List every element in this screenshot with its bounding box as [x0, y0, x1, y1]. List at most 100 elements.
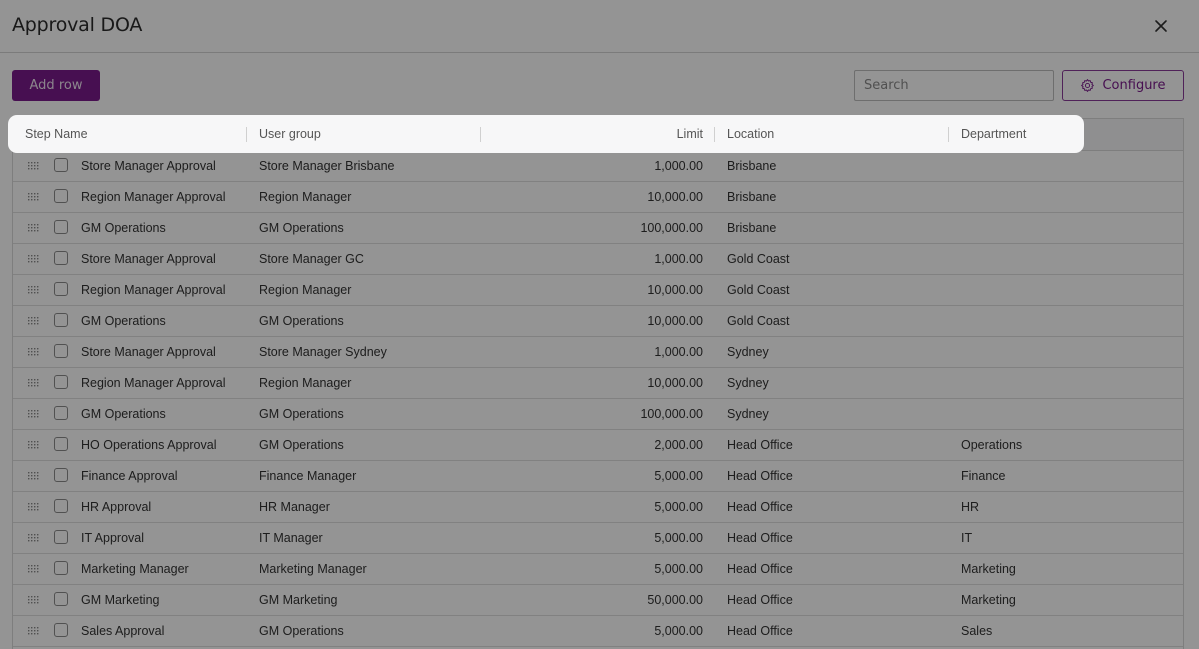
drag-handle-icon[interactable]: [28, 627, 39, 635]
cell-step-name[interactable]: Region Manager Approval: [81, 182, 241, 212]
drag-handle-icon[interactable]: [28, 193, 39, 201]
cell-department[interactable]: [961, 337, 1181, 367]
table-row[interactable]: Marketing Manager Marketing Manager 5,000.…: [13, 554, 1183, 585]
cell-limit[interactable]: 1,000.00: [483, 244, 703, 274]
row-checkbox[interactable]: [54, 220, 68, 234]
cell-department[interactable]: Sales: [961, 616, 1181, 646]
cell-limit[interactable]: 2,000.00: [483, 430, 703, 460]
row-checkbox[interactable]: [54, 282, 68, 296]
cell-limit[interactable]: 100,000.00: [483, 213, 703, 243]
cell-user-group[interactable]: GM Marketing: [259, 585, 479, 615]
cell-step-name[interactable]: Sales Approval: [81, 616, 241, 646]
column-header-user-group[interactable]: User group: [259, 119, 321, 150]
column-header-limit[interactable]: Limit: [482, 119, 703, 150]
cell-location[interactable]: Head Office: [727, 616, 947, 646]
cell-department[interactable]: [961, 182, 1181, 212]
cell-location[interactable]: Head Office: [727, 554, 947, 584]
cell-user-group[interactable]: HR Manager: [259, 492, 479, 522]
cell-limit[interactable]: 1,000.00: [483, 337, 703, 367]
cell-user-group[interactable]: GM Operations: [259, 213, 479, 243]
row-checkbox[interactable]: [54, 375, 68, 389]
cell-limit[interactable]: 10,000.00: [483, 275, 703, 305]
drag-handle-icon[interactable]: [28, 410, 39, 418]
cell-step-name[interactable]: GM Operations: [81, 306, 241, 336]
cell-user-group[interactable]: Store Manager Sydney: [259, 337, 479, 367]
table-row[interactable]: Store Manager Approval Store Manager Bris…: [13, 151, 1183, 182]
cell-user-group[interactable]: Store Manager GC: [259, 244, 479, 274]
cell-location[interactable]: Head Office: [727, 523, 947, 553]
search-input[interactable]: [854, 70, 1054, 101]
drag-handle-icon[interactable]: [28, 224, 39, 232]
drag-handle-icon[interactable]: [28, 534, 39, 542]
row-checkbox[interactable]: [54, 189, 68, 203]
cell-department[interactable]: [961, 306, 1181, 336]
cell-department[interactable]: HR: [961, 492, 1181, 522]
row-checkbox[interactable]: [54, 530, 68, 544]
row-checkbox[interactable]: [54, 623, 68, 637]
cell-department[interactable]: Operations: [961, 430, 1181, 460]
table-row[interactable]: Sales Approval GM Operations 5,000.00 Head …: [13, 616, 1183, 647]
column-divider[interactable]: [480, 127, 481, 142]
cell-user-group[interactable]: Region Manager: [259, 368, 479, 398]
cell-location[interactable]: Brisbane: [727, 151, 947, 181]
cell-step-name[interactable]: GM Operations: [81, 213, 241, 243]
cell-limit[interactable]: 1,000.00: [483, 151, 703, 181]
cell-user-group[interactable]: GM Operations: [259, 399, 479, 429]
cell-location[interactable]: Brisbane: [727, 213, 947, 243]
cell-step-name[interactable]: Region Manager Approval: [81, 368, 241, 398]
cell-user-group[interactable]: GM Operations: [259, 616, 479, 646]
cell-location[interactable]: Sydney: [727, 337, 947, 367]
row-checkbox[interactable]: [54, 468, 68, 482]
row-checkbox[interactable]: [54, 437, 68, 451]
cell-limit[interactable]: 5,000.00: [483, 554, 703, 584]
cell-limit[interactable]: 10,000.00: [483, 306, 703, 336]
row-checkbox[interactable]: [54, 561, 68, 575]
drag-handle-icon[interactable]: [28, 379, 39, 387]
cell-department[interactable]: [961, 399, 1181, 429]
cell-user-group[interactable]: Store Manager Brisbane: [259, 151, 479, 181]
cell-department[interactable]: Marketing: [961, 554, 1181, 584]
table-row[interactable]: GM Operations GM Operations 10,000.00 Gold …: [13, 306, 1183, 337]
table-row[interactable]: Region Manager Approval Region Manager 10,…: [13, 182, 1183, 213]
cell-limit[interactable]: 5,000.00: [483, 492, 703, 522]
column-divider[interactable]: [246, 127, 247, 142]
table-row[interactable]: GM Marketing GM Marketing 50,000.00 Head Of…: [13, 585, 1183, 616]
cell-department[interactable]: [961, 368, 1181, 398]
cell-location[interactable]: Head Office: [727, 461, 947, 491]
cell-user-group[interactable]: Region Manager: [259, 182, 479, 212]
cell-location[interactable]: Gold Coast: [727, 244, 947, 274]
cell-location[interactable]: Gold Coast: [727, 306, 947, 336]
column-divider[interactable]: [948, 127, 949, 142]
drag-handle-icon[interactable]: [28, 348, 39, 356]
row-checkbox[interactable]: [54, 592, 68, 606]
cell-step-name[interactable]: Region Manager Approval: [81, 275, 241, 305]
table-row[interactable]: GM Operations GM Operations 100,000.00 Bris…: [13, 213, 1183, 244]
column-header-location[interactable]: Location: [727, 119, 774, 150]
cell-step-name[interactable]: Store Manager Approval: [81, 151, 241, 181]
cell-location[interactable]: Sydney: [727, 368, 947, 398]
cell-location[interactable]: Gold Coast: [727, 275, 947, 305]
cell-step-name[interactable]: GM Marketing: [81, 585, 241, 615]
table-row[interactable]: Finance Approval Finance Manager 5,000.00 H…: [13, 461, 1183, 492]
close-icon[interactable]: [1150, 15, 1172, 37]
column-header-step-name[interactable]: Step Name: [25, 119, 88, 150]
row-checkbox[interactable]: [54, 344, 68, 358]
cell-limit[interactable]: 10,000.00: [483, 368, 703, 398]
cell-step-name[interactable]: Finance Approval: [81, 461, 241, 491]
cell-limit[interactable]: 5,000.00: [483, 461, 703, 491]
drag-handle-icon[interactable]: [28, 317, 39, 325]
drag-handle-icon[interactable]: [28, 565, 39, 573]
column-header-department[interactable]: Department: [961, 119, 1026, 150]
cell-user-group[interactable]: Marketing Manager: [259, 554, 479, 584]
cell-step-name[interactable]: Store Manager Approval: [81, 244, 241, 274]
row-checkbox[interactable]: [54, 406, 68, 420]
drag-handle-icon[interactable]: [28, 503, 39, 511]
cell-department[interactable]: [961, 275, 1181, 305]
cell-user-group[interactable]: IT Manager: [259, 523, 479, 553]
drag-handle-icon[interactable]: [28, 441, 39, 449]
cell-limit[interactable]: 50,000.00: [483, 585, 703, 615]
cell-location[interactable]: Head Office: [727, 492, 947, 522]
drag-handle-icon[interactable]: [28, 472, 39, 480]
drag-handle-icon[interactable]: [28, 162, 39, 170]
cell-limit[interactable]: 10,000.00: [483, 182, 703, 212]
